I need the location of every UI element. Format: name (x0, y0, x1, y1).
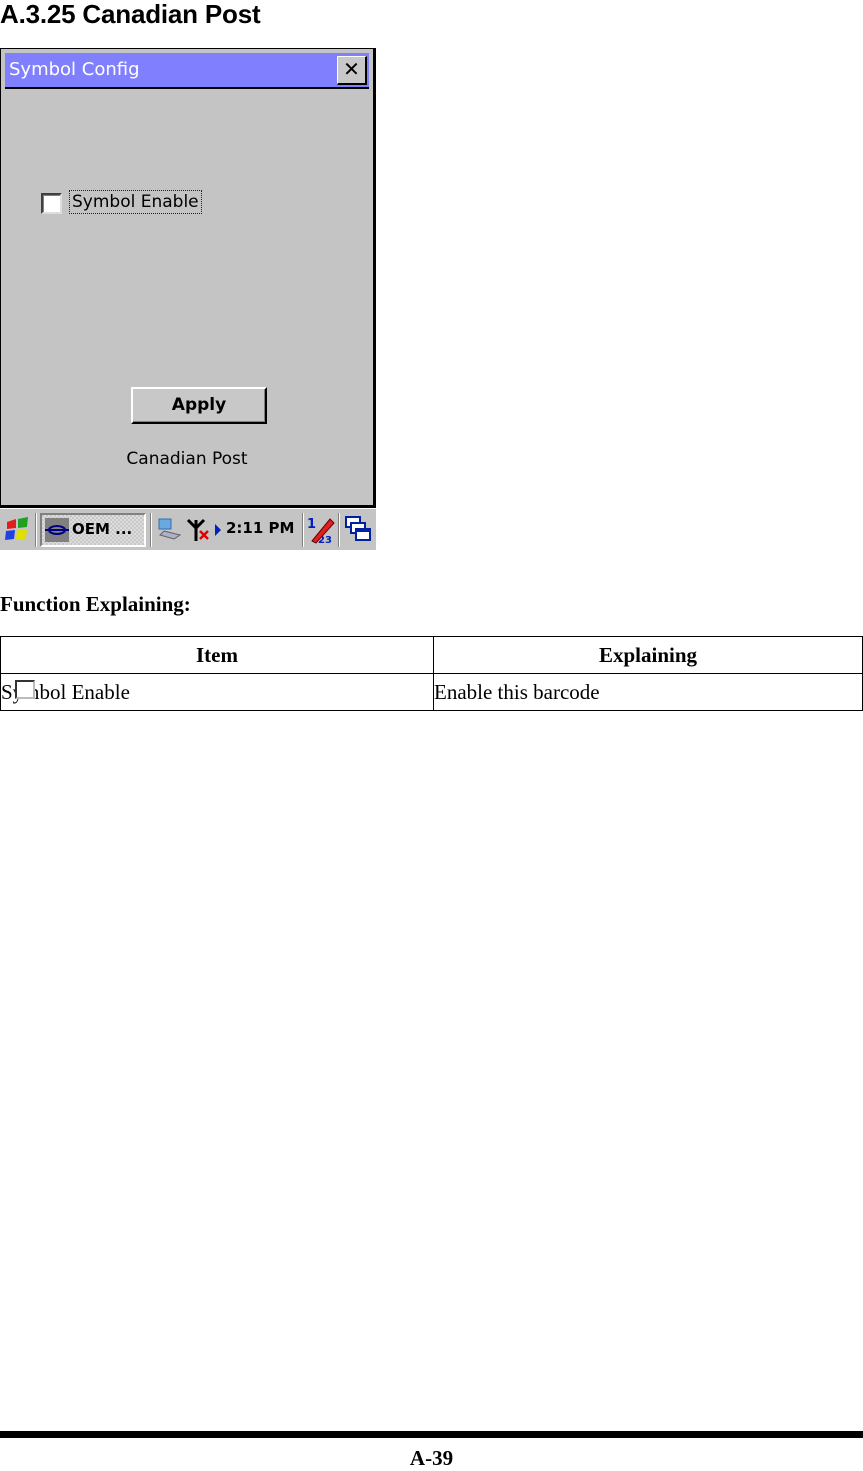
taskbar-separator (150, 513, 152, 547)
column-header-explaining: Explaining (433, 636, 863, 674)
function-explaining-heading: Function Explaining: (0, 592, 191, 616)
column-header-item: Item (0, 636, 434, 674)
close-icon: ✕ (343, 57, 360, 81)
taskbar-separator (35, 513, 37, 547)
checkbox-icon (15, 680, 35, 699)
oem-app-icon (45, 518, 69, 542)
windows-flag-icon[interactable] (4, 515, 32, 543)
taskbar-clock[interactable]: 2:11 PM (226, 519, 294, 537)
table-row: Symbol Enable Enable this barcode (0, 673, 863, 711)
window-titlebar: Symbol Config ✕ (5, 53, 369, 89)
table-cell-explaining: Enable this barcode (433, 673, 863, 711)
task-label: OEM ... (72, 520, 133, 538)
device-screenshot: Symbol Config ✕ Symbol Enable Apply Cana… (0, 48, 376, 550)
taskbar: OEM ... 2:11 PM 1 23 (0, 508, 376, 550)
symbol-name-label: Canadian Post (126, 449, 248, 469)
svg-text:1: 1 (307, 517, 316, 532)
antenna-disconnected-icon[interactable] (184, 517, 212, 543)
arrow-right-icon (215, 524, 221, 536)
window-title: Symbol Config (9, 59, 140, 80)
input-panel-icon[interactable]: 1 23 (306, 515, 336, 545)
footer-rule (0, 1431, 863, 1438)
symbol-config-window: Symbol Config ✕ Symbol Enable Apply Cana… (0, 48, 376, 508)
function-table: Item Explaining Symbol Enable Enable thi… (0, 636, 863, 711)
table-cell-item: Symbol Enable (0, 673, 434, 711)
table-header-row: Item Explaining (0, 636, 863, 674)
network-icon[interactable] (156, 517, 182, 541)
apply-button[interactable]: Apply (131, 387, 267, 424)
taskbar-task-oem[interactable]: OEM ... (40, 513, 146, 547)
section-title: A.3.25 Canadian Post (0, 0, 261, 29)
page-number: A-39 (409, 1446, 454, 1470)
window-client-area: Symbol Enable Apply Canadian Post (5, 89, 369, 503)
symbol-enable-checkbox[interactable] (41, 193, 62, 214)
windows-switch-icon[interactable] (344, 515, 372, 543)
symbol-enable-label[interactable]: Symbol Enable (69, 190, 202, 214)
close-button[interactable]: ✕ (337, 56, 367, 85)
taskbar-separator (302, 513, 304, 547)
taskbar-separator (338, 513, 340, 547)
